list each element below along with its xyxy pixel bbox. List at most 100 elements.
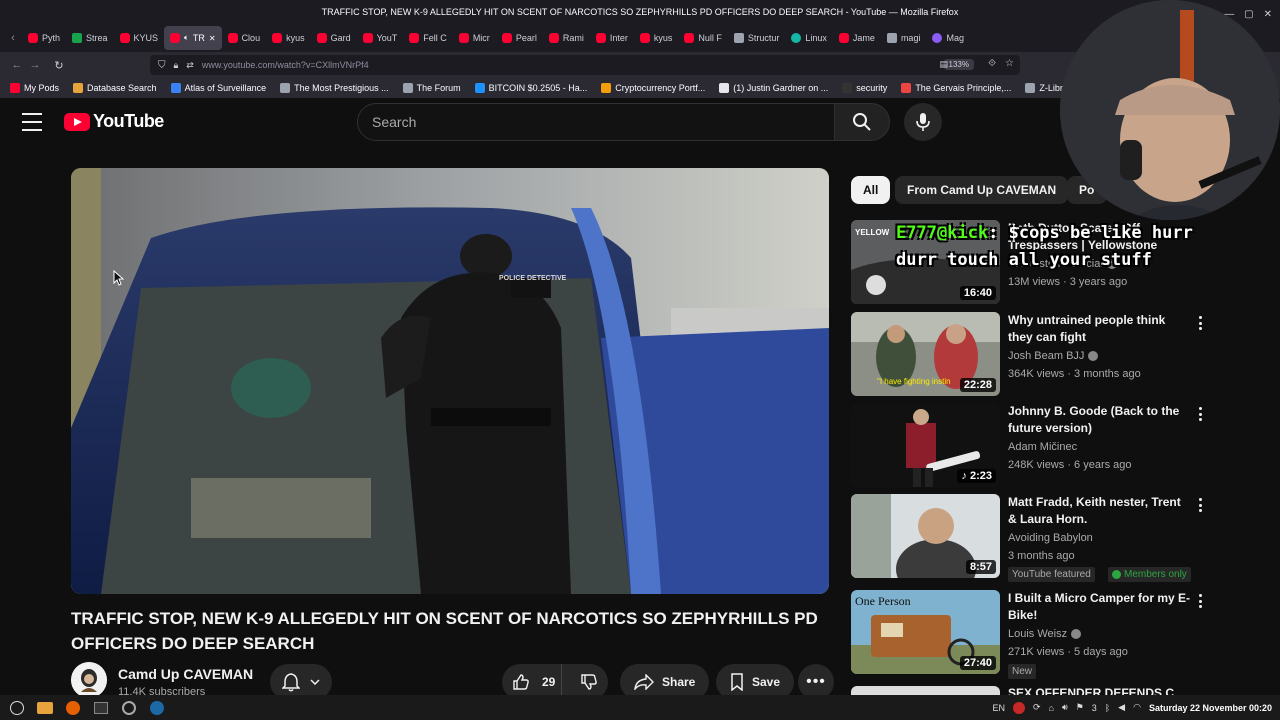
notification-icon[interactable]: ⚑ [1076, 702, 1084, 713]
speaker-icon[interactable]: ◀ [1118, 702, 1125, 713]
youtube-logo[interactable]: YouTube [64, 111, 164, 132]
menu-icon[interactable] [22, 113, 42, 131]
browser-tab[interactable]: kyus [266, 26, 311, 50]
recommendation-item[interactable]: 8:57 Matt Fradd, Keith nester, Trent & L… [851, 494, 1211, 582]
recommendation-channel[interactable]: Avoiding Babylon [1008, 532, 1093, 544]
browser-tab[interactable]: Mag [926, 26, 970, 50]
browser-tab[interactable]: Null F [678, 26, 728, 50]
channel-name[interactable]: Camd Up CAVEMAN [118, 666, 253, 682]
recommendation-title[interactable]: Matt Fradd, Keith nester, Trent & Laura … [1008, 494, 1192, 528]
browser-tab[interactable]: 🔈︎ TR ✕ [164, 26, 222, 50]
bookmark-item[interactable]: security [842, 83, 887, 93]
browser-tab[interactable]: kyus [634, 26, 679, 50]
keyboard-layout[interactable]: EN [992, 703, 1005, 713]
browser-tab[interactable]: Pearl [496, 26, 543, 50]
more-vertical-icon[interactable] [1198, 498, 1202, 512]
browser-tab[interactable]: Micr [453, 26, 496, 50]
back-icon[interactable]: ← [8, 59, 26, 71]
browser-tab[interactable]: Inter [590, 26, 634, 50]
more-vertical-icon[interactable] [1198, 316, 1202, 330]
video-thumbnail[interactable]: "I have fighting instin 22:28 [851, 312, 1000, 396]
recommendation-title[interactable]: Why untrained people think they can figh… [1008, 312, 1192, 346]
voice-search-button[interactable] [904, 103, 942, 141]
browser-tab[interactable]: Jame [833, 26, 881, 50]
browser-tab[interactable]: magi [881, 26, 927, 50]
browser-tab[interactable]: Fell C [403, 26, 453, 50]
url-text[interactable]: www.youtube.com/watch?v=CXllmVNrPf4 [202, 60, 369, 70]
chromium-icon[interactable] [118, 698, 140, 718]
folder-icon[interactable] [34, 698, 56, 718]
bluetooth-icon[interactable]: ᛒ [1105, 703, 1110, 713]
browser-tab[interactable]: Structur [728, 26, 786, 50]
recommendation-title[interactable]: SEX OFFENDER DEFENDS C [1008, 686, 1198, 695]
browser-tab[interactable]: Linux [785, 26, 833, 50]
recommendation-channel[interactable]: Josh Beam BJJ [1008, 350, 1099, 362]
shield-icon[interactable]: ⛉ [158, 60, 166, 71]
recommendation-channel[interactable]: Adam Mičinec [1008, 441, 1077, 453]
firefox-icon[interactable] [62, 698, 84, 718]
search-button[interactable] [834, 103, 890, 141]
browser-tab[interactable]: Gard [311, 26, 357, 50]
recommendation-item[interactable]: "I have fighting instin 22:28 Why untrai… [851, 312, 1211, 398]
video-thumbnail[interactable]: 8:57 [851, 494, 1000, 578]
recommendation-title[interactable]: I Built a Micro Camper for my E-Bike! [1008, 590, 1192, 624]
more-vertical-icon[interactable] [1198, 594, 1202, 608]
bookmark-item[interactable]: BITCOIN $0.2505 - Ha... [474, 83, 587, 93]
browser-tab[interactable]: Strea [66, 26, 114, 50]
recommendation-item[interactable]: One Person 27:40 I Built a Micro Camper … [851, 590, 1211, 679]
tab-label: TR [192, 33, 205, 43]
browser-tab[interactable]: YouT [357, 26, 404, 50]
video-thumbnail[interactable]: One Person 27:40 [851, 590, 1000, 674]
translate-icon[interactable]: ⟐ [988, 58, 996, 69]
tab-audio-icon[interactable]: 🔈︎ [184, 33, 189, 43]
url-bar[interactable]: ⛉ 🔒︎ ⇄ www.youtube.com/watch?v=CXllmVNrP… [150, 55, 1020, 75]
bookmark-item[interactable]: The Most Prestigious ... [280, 83, 389, 93]
browser-tab[interactable]: Rami [543, 26, 590, 50]
volume-icon[interactable]: 🔊︎ [1062, 702, 1068, 713]
recommendation-channel[interactable]: Louis Weisz [1008, 628, 1082, 640]
recommendation-title[interactable]: Johnny B. Goode (Back to the future vers… [1008, 403, 1192, 437]
video-frame: POLICE DETECTIVE [71, 168, 829, 594]
bookmark-item[interactable]: (1) Justin Gardner on ... [719, 83, 828, 93]
more-vertical-icon[interactable] [1198, 407, 1202, 421]
video-thumbnail[interactable]: ♪ 2:23 [851, 403, 1000, 487]
sync-icon[interactable]: ⟳ [1033, 702, 1041, 713]
chip-all[interactable]: All [851, 176, 891, 204]
browser-tab[interactable]: KYUS [114, 26, 165, 50]
reload-icon[interactable]: ↻ [50, 59, 68, 72]
bookmark-favicon-icon [474, 83, 485, 93]
reader-view-icon[interactable]: ▤ [939, 59, 948, 70]
terminal-icon[interactable] [90, 698, 112, 718]
bookmark-item[interactable]: Atlas of Surveillance [170, 83, 266, 93]
bookmark-item[interactable]: The Forum [402, 83, 461, 93]
overlay-line-2: durr touch all your stuff [896, 250, 1152, 270]
search-input[interactable] [372, 114, 834, 130]
browser-tab[interactable]: Pyth [22, 26, 66, 50]
permissions-icon[interactable]: ⇄ [186, 60, 194, 71]
bookmark-star-icon[interactable]: ☆ [1005, 58, 1014, 69]
tab-close-icon[interactable]: ✕ [209, 34, 216, 43]
record-icon[interactable] [1013, 701, 1025, 714]
network-icon[interactable]: ⌂ [1049, 703, 1054, 713]
close-icon[interactable]: ✕ [1264, 3, 1272, 24]
video-player[interactable]: POLICE DETECTIVE [71, 168, 829, 594]
bookmark-item[interactable]: Cryptocurrency Portf... [601, 83, 705, 93]
bookmark-item[interactable]: Database Search [73, 83, 157, 93]
maximize-icon[interactable]: ▢ [1244, 3, 1253, 24]
channel-avatar[interactable] [71, 662, 107, 698]
forward-icon[interactable]: → [26, 59, 44, 71]
bookmark-item[interactable]: The Gervais Principle,... [901, 83, 1011, 93]
bookmark-item[interactable]: My Pods [10, 83, 59, 93]
recommendation-item[interactable]: ♪ 2:23 Johnny B. Goode (Back to the futu… [851, 403, 1211, 489]
video-thumbnail[interactable] [851, 686, 1000, 695]
tab-scroll-left-icon[interactable]: ‹ [4, 32, 22, 44]
lock-icon[interactable]: 🔒︎ [174, 60, 179, 71]
app-menu-icon[interactable] [6, 698, 28, 718]
zoom-level-badge[interactable]: 133% [943, 59, 974, 70]
steam-icon[interactable] [146, 698, 168, 718]
search-box[interactable] [357, 103, 835, 141]
wifi-icon[interactable]: ◠ [1133, 702, 1141, 713]
chip-from-channel[interactable]: From Camd Up CAVEMAN [895, 176, 1069, 204]
browser-tab[interactable]: Clou [222, 26, 267, 50]
clock[interactable]: Saturday 22 November 00:20 [1149, 703, 1272, 713]
